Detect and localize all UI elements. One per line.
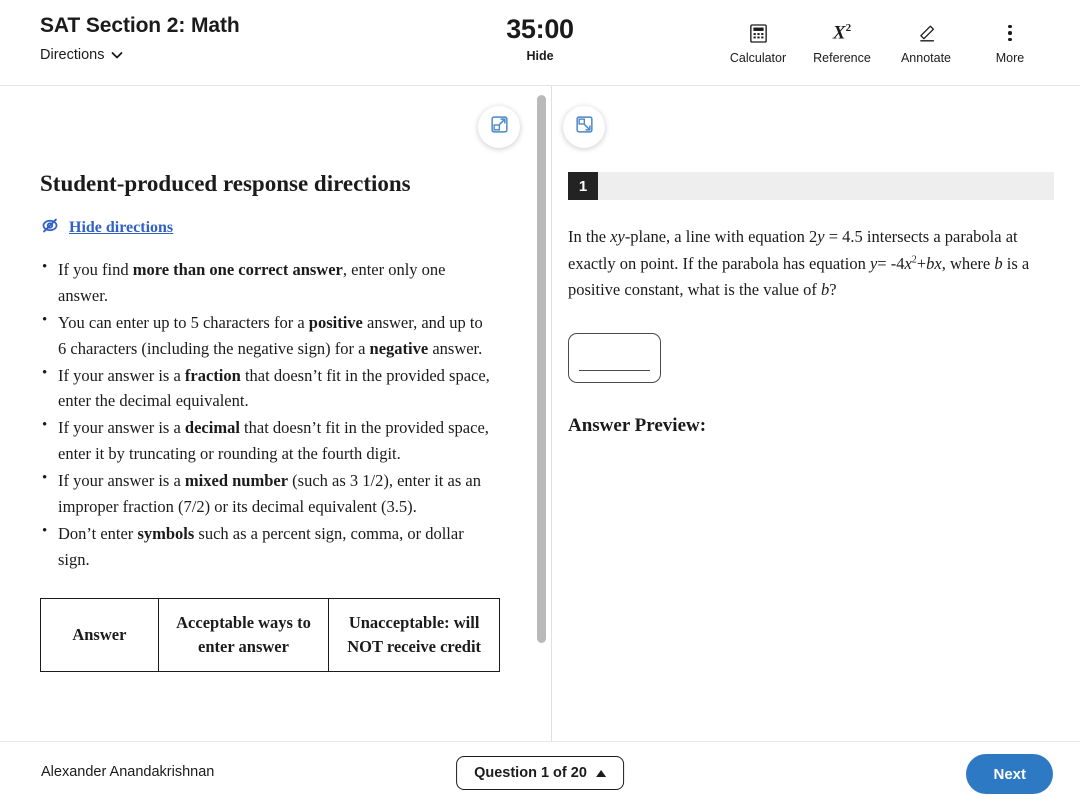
bullet-text-tail: answer. [428, 338, 483, 358]
expand-left-panel-icon [490, 115, 509, 139]
expand-left-panel-button[interactable] [478, 106, 520, 148]
question-text: In the xy-plane, a line with equation 2y… [568, 224, 1054, 304]
math-var-b2: b [994, 253, 1003, 273]
list-item: If your answer is a fraction that doesn’… [40, 362, 490, 415]
directions-label: Directions [40, 47, 105, 63]
bullet-text: If your answer is a [58, 418, 185, 438]
question-panel: 1 In the xy-plane, a line with equation … [552, 86, 1080, 741]
question-text-seg: + [916, 253, 927, 273]
math-var-y: y [817, 227, 825, 246]
chevron-down-icon [111, 49, 123, 60]
directions-dropdown-button[interactable]: Directions [40, 47, 123, 63]
question-text-seg: = -4 [877, 253, 905, 273]
content-area: Student-produced response directions Hid… [0, 86, 1080, 741]
directions-scrollbar[interactable] [537, 95, 546, 643]
calculator-button[interactable]: Calculator [716, 22, 800, 65]
list-item: If your answer is a decimal that doesn’t… [40, 414, 490, 467]
pencil-annotate-icon [917, 22, 936, 44]
hide-directions-label: Hide directions [69, 219, 174, 236]
question-text-seg: -plane, a line with equation 2 [624, 227, 818, 246]
bullet-text: If your answer is a [58, 471, 185, 491]
annotate-button[interactable]: Annotate [884, 22, 968, 65]
student-name: Alexander Anandakrishnan [41, 764, 215, 780]
countdown-timer: 35:00 [506, 14, 574, 44]
bullet-text: You can enter up to 5 characters for a [58, 312, 309, 332]
question-navigator-label: Question 1 of 20 [474, 765, 587, 781]
answer-input-underline [579, 369, 650, 372]
bullet-text: Don’t enter [58, 523, 138, 543]
bullet-emphasis: more than one correct answer [132, 260, 343, 279]
bullet-text: If you find [58, 260, 133, 279]
directions-bullet-list: If you find more than one correct answer… [40, 256, 490, 573]
page-title: SAT Section 2: Math [40, 14, 240, 37]
app-header: SAT Section 2: Math Directions 35:00 Hid… [0, 0, 1080, 86]
reference-label: Reference [813, 51, 871, 65]
answer-rules-table: Answer Acceptable ways to enter answer U… [40, 597, 500, 672]
question-text-seg: ? [829, 280, 837, 300]
directions-panel: Student-produced response directions Hid… [0, 86, 530, 741]
list-item: If your answer is a mixed number (such a… [40, 467, 490, 520]
app-footer: Alexander Anandakrishnan Question 1 of 2… [0, 741, 1080, 809]
next-button[interactable]: Next [966, 754, 1053, 794]
list-item: You can enter up to 5 characters for a p… [40, 309, 490, 362]
question-navigator-button[interactable]: Question 1 of 20 [456, 756, 624, 790]
timer-group: 35:00 Hide [440, 14, 640, 63]
caret-up-icon [595, 769, 606, 777]
table-header-acceptable: Acceptable ways to enter answer [157, 597, 330, 672]
math-var-x2: x [934, 253, 942, 273]
timer-hide-button[interactable]: Hide [440, 49, 640, 63]
calculator-label: Calculator [729, 51, 787, 65]
table-header-answer: Answer [40, 597, 159, 672]
reference-x-squared-icon: X2 [832, 21, 852, 44]
reference-button[interactable]: X2 Reference [800, 22, 884, 65]
math-var-b3: b [820, 280, 830, 300]
more-vertical-icon [1008, 22, 1012, 44]
annotate-label: Annotate [900, 51, 952, 65]
list-item: If you find more than one correct answer… [40, 256, 490, 309]
header-left-group: SAT Section 2: Math Directions [40, 14, 240, 64]
more-label: More [995, 51, 1025, 65]
bullet-emphasis: symbols [137, 523, 195, 543]
math-var-xy: xy [610, 227, 625, 246]
table-header-unacceptable: Unacceptable: will NOT receive credit [328, 597, 500, 672]
answer-preview-label: Answer Preview: [568, 415, 707, 437]
question-text-seg: , where [941, 253, 995, 273]
bullet-emphasis: positive [308, 312, 363, 332]
bullet-emphasis-2: negative [369, 338, 429, 358]
question-number-badge: 1 [568, 172, 598, 200]
hide-directions-link[interactable]: Hide directions [40, 217, 173, 239]
bullet-emphasis: decimal [184, 418, 240, 438]
more-button[interactable]: More [968, 22, 1052, 65]
directions-heading: Student-produced response directions [40, 171, 411, 196]
table-row: Answer Acceptable ways to enter answer U… [40, 597, 500, 672]
eye-slash-icon [40, 217, 60, 239]
bullet-emphasis: fraction [184, 365, 241, 385]
calculator-icon [749, 22, 767, 44]
question-number-bar: 1 [568, 172, 1054, 200]
answer-input[interactable] [568, 333, 661, 384]
math-var-x: x [904, 253, 912, 273]
list-item: Don’t enter symbols such as a percent si… [40, 520, 490, 573]
toolbar: Calculator X2 Reference Annotate More [716, 22, 1052, 65]
question-text-seg: In the [568, 227, 611, 246]
bullet-text: If your answer is a [58, 365, 185, 385]
bullet-emphasis: mixed number [184, 471, 289, 491]
